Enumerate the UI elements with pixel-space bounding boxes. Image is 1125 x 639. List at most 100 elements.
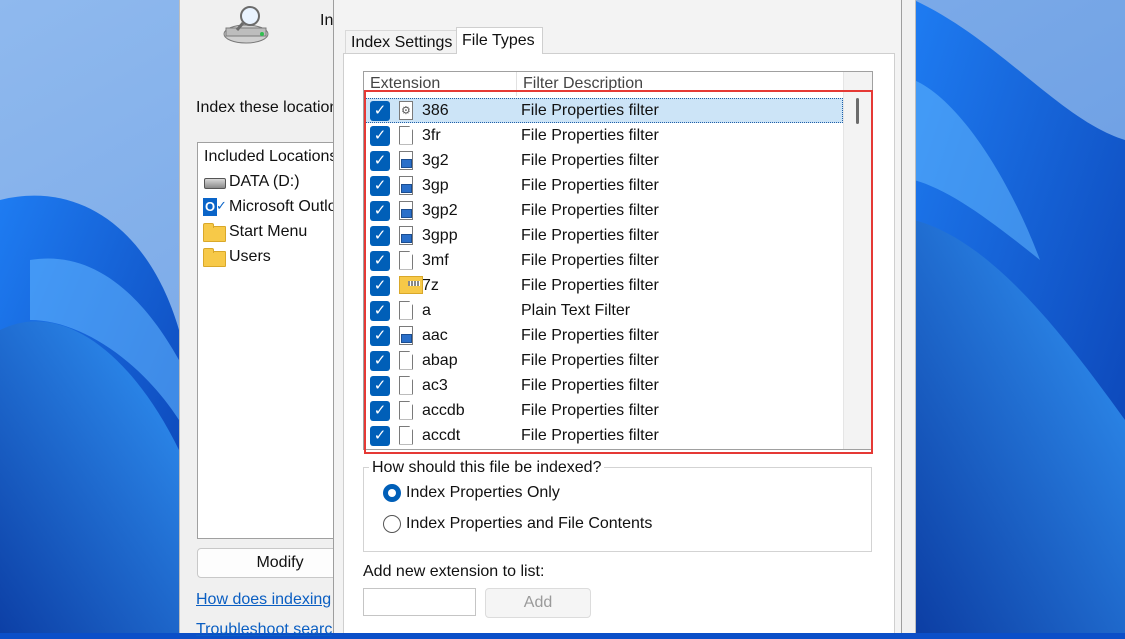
how-indexing-link[interactable]: How does indexing [196,591,331,609]
media-file-icon [399,150,413,170]
file-type-row[interactable]: ✓ abap File Properties filter [364,348,843,373]
checkbox-checked-icon[interactable]: ✓ [370,100,390,121]
location-item[interactable]: Users [203,246,271,268]
extension-cell: 386 [422,101,449,119]
media-file-icon [399,200,413,220]
checkbox-checked-icon[interactable]: ✓ [370,350,390,371]
document-icon [399,300,413,320]
radio-label: Index Properties and File Contents [406,515,653,532]
checkbox-checked-icon[interactable]: ✓ [370,250,390,271]
indexing-options-heading: In [320,12,334,29]
radio-unselected-icon[interactable] [383,515,401,533]
extension-cell: accdt [422,426,461,444]
filter-description-cell: File Properties filter [521,126,659,144]
document-icon [399,425,413,445]
extension-cell: abap [422,351,458,369]
checkbox-checked-icon[interactable]: ✓ [370,200,390,221]
media-file-icon [399,175,413,195]
radio-index-properties-and-contents[interactable]: Index Properties and File Contents [383,515,652,533]
file-type-row[interactable]: ✓ 3gp2 File Properties filter [364,198,843,223]
checkbox-checked-icon[interactable]: ✓ [370,400,390,421]
file-type-row[interactable]: ✓ ac3 File Properties filter [364,373,843,398]
file-type-row[interactable]: ✓ 3gpp File Properties filter [364,223,843,248]
filter-description-cell: File Properties filter [521,326,659,344]
index-method-group [363,467,872,552]
tab-file-types[interactable]: File Types [456,27,543,54]
location-label: Start Menu [229,223,308,240]
file-icon-cell [399,325,415,346]
location-item[interactable]: Microsoft Outlo [203,196,337,218]
file-icon-cell [399,250,415,271]
file-type-row[interactable]: ✓ 3gp File Properties filter [364,173,843,198]
scrollbar-thumb[interactable] [856,98,859,124]
extension-cell: 7z [422,276,439,294]
checkbox-checked-icon[interactable]: ✓ [370,150,390,171]
document-icon [399,375,413,395]
file-type-row[interactable]: ✓ 386 File Properties filter [364,98,843,123]
file-type-row[interactable]: ✓ a Plain Text Filter [364,298,843,323]
extension-cell: 3gpp [422,226,458,244]
file-icon-cell [399,275,423,296]
filter-description-cell: File Properties filter [521,226,659,244]
extension-cell: 3fr [422,126,441,144]
troubleshoot-link[interactable]: Troubleshoot searc [196,621,332,639]
checkbox-checked-icon[interactable]: ✓ [370,325,390,346]
filter-description-cell: File Properties filter [521,101,659,119]
extension-cell: aac [422,326,448,344]
document-icon [399,400,413,420]
filter-description-cell: File Properties filter [521,276,659,294]
file-icon-cell [399,350,415,371]
filter-description-cell: File Properties filter [521,376,659,394]
file-icon-cell [399,100,415,121]
filter-description-cell: File Properties filter [521,151,659,169]
radio-label: Index Properties Only [406,484,560,501]
file-type-row[interactable]: ✓ 7z File Properties filter [364,273,843,298]
file-icon-cell [399,375,415,396]
file-icon-cell [399,225,415,246]
file-type-row[interactable]: ✓ 3g2 File Properties filter [364,148,843,173]
checkbox-checked-icon[interactable]: ✓ [370,425,390,446]
index-method-question: How should this file be indexed? [369,459,605,477]
location-label: Microsoft Outlo [229,198,337,215]
new-extension-input[interactable] [363,588,476,616]
file-type-row[interactable]: ✓ 3fr File Properties filter [364,123,843,148]
filter-description-cell: File Properties filter [521,426,659,444]
column-header-extension[interactable]: Extension [364,72,517,96]
file-icon-cell [399,200,415,221]
checkbox-checked-icon[interactable]: ✓ [370,375,390,396]
radio-selected-icon[interactable] [383,484,401,502]
extension-cell: a [422,301,431,319]
file-types-list[interactable]: Extension Filter Description ✓ 386 File Pr… [363,71,873,450]
file-type-row[interactable]: ✓ aac File Properties filter [364,323,843,348]
column-header-filter-description[interactable]: Filter Description [517,72,843,96]
file-icon-cell [399,425,415,446]
add-extension-button[interactable]: Add [485,588,591,618]
file-type-row[interactable]: ✓ accdt File Properties filter [364,423,843,448]
system-file-icon [399,100,413,120]
file-type-row[interactable]: ✓ 3mf File Properties filter [364,248,843,273]
checkbox-checked-icon[interactable]: ✓ [370,225,390,246]
location-item[interactable]: Start Menu [203,221,307,243]
indexing-magnifier-icon [223,6,269,44]
checkbox-checked-icon[interactable]: ✓ [370,275,390,296]
folder-icon [203,248,226,267]
list-scrollbar[interactable] [843,72,872,449]
included-locations-header: Included Locations [204,148,338,165]
included-locations-list[interactable]: Included Locations DATA (D:) Microsoft O… [197,142,339,539]
file-icon-cell [399,300,415,321]
filter-description-cell: File Properties filter [521,351,659,369]
file-type-row[interactable]: ✓ accdb File Properties filter [364,398,843,423]
filter-description-cell: File Properties filter [521,401,659,419]
location-item[interactable]: DATA (D:) [203,171,300,193]
checkbox-checked-icon[interactable]: ✓ [370,300,390,321]
tab-index-settings[interactable]: Index Settings [345,30,459,54]
checkbox-checked-icon[interactable]: ✓ [370,125,390,146]
checkbox-checked-icon[interactable]: ✓ [370,175,390,196]
location-label: DATA (D:) [229,173,300,190]
radio-index-properties-only[interactable]: Index Properties Only [383,484,560,502]
file-icon-cell [399,150,415,171]
location-label: Users [229,248,271,265]
filter-description-cell: File Properties filter [521,176,659,194]
filter-description-cell: Plain Text Filter [521,301,631,319]
extension-cell: ac3 [422,376,448,394]
